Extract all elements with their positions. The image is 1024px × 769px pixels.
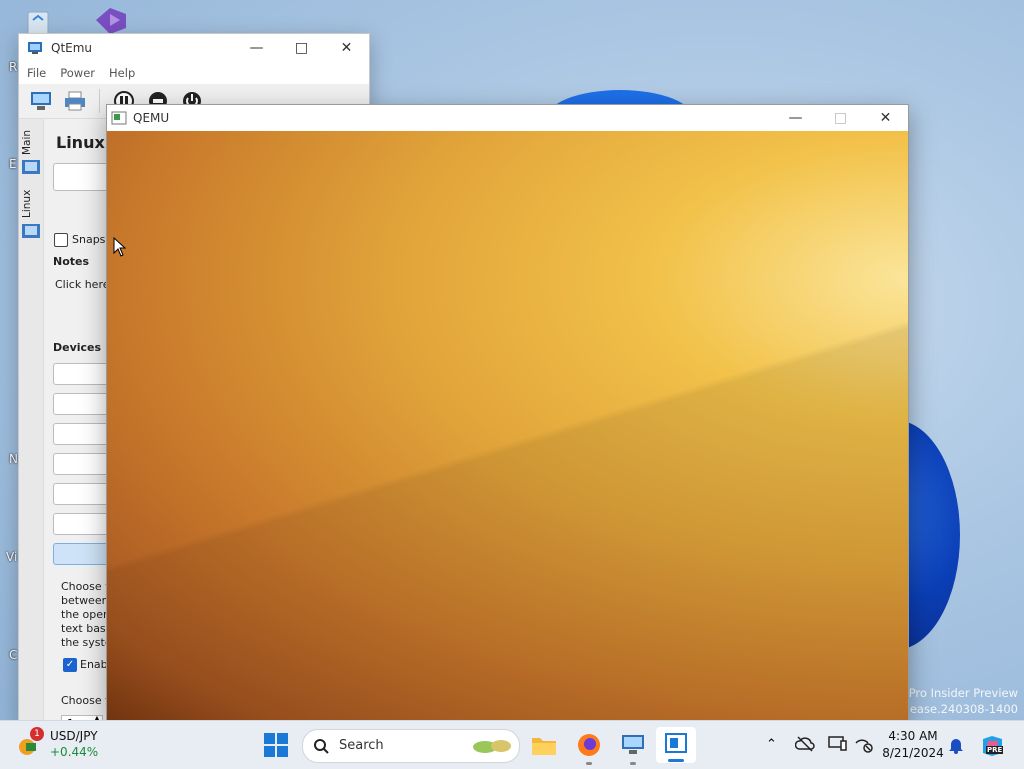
taskbar-search[interactable]: Search (302, 729, 520, 763)
minimize-button[interactable]: — (773, 105, 818, 131)
notes-label: Notes (53, 255, 90, 268)
qemu-titlebar[interactable]: QEMU — □ ✕ (107, 105, 908, 131)
menu-file[interactable]: File (27, 66, 46, 80)
stock-symbol: USD/JPY (50, 729, 98, 743)
taskbar: 1 USD/JPY +0.44% Search ⌃ 4:30 AM 8/21/2… (0, 720, 1024, 769)
running-indicator (630, 762, 636, 765)
tab-linux[interactable]: Linux (21, 189, 41, 219)
cloud-offline-icon[interactable] (795, 735, 815, 753)
minimize-icon: — (249, 40, 264, 56)
widget-badge: 1 (30, 727, 44, 741)
windows-logo-icon (264, 733, 288, 757)
start-button[interactable] (264, 733, 288, 760)
clock-date[interactable]: 8/21/2024 (880, 746, 946, 760)
folder-icon (532, 738, 556, 755)
machine-icon (22, 224, 40, 238)
search-icon (314, 739, 329, 754)
qtemu-title: QtEmu (51, 41, 93, 55)
close-icon: ✕ (879, 110, 892, 126)
qtemu-app-icon (28, 42, 42, 54)
active-indicator (668, 759, 684, 762)
close-icon: ✕ (340, 40, 353, 56)
printer-icon (65, 91, 85, 111)
desktop-label-1: R (9, 60, 18, 74)
computer-icon (622, 735, 644, 754)
desktop-label-2: E (9, 157, 17, 171)
qtemu-titlebar[interactable]: QtEmu — □ ✕ (19, 34, 369, 62)
qtemu-taskbar-button[interactable] (620, 733, 646, 760)
close-button[interactable]: ✕ (863, 105, 908, 131)
print-button[interactable] (61, 88, 89, 114)
search-highlight-icon (473, 740, 511, 753)
computer-icon (31, 92, 51, 110)
maximize-icon: □ (294, 40, 309, 56)
notification-bell-icon[interactable] (948, 736, 964, 754)
firefox-icon (578, 734, 600, 756)
network-disconnected-icon[interactable] (854, 735, 874, 753)
desktop-label-3: N (9, 452, 18, 466)
stock-change: +0.44% (50, 745, 99, 759)
minimize-button[interactable]: — (234, 34, 279, 62)
maximize-button[interactable]: □ (279, 34, 324, 62)
vm-display[interactable] (107, 131, 908, 721)
qemu-taskbar-button[interactable] (656, 727, 696, 763)
visual-studio-icon[interactable] (92, 4, 126, 36)
menu-help[interactable]: Help (109, 66, 135, 80)
new-machine-button[interactable] (27, 88, 55, 114)
tray-overflow-chevron-icon[interactable]: ⌃ (766, 737, 777, 752)
qtemu-menubar: File Power Help (19, 62, 369, 84)
clock-time[interactable]: 4:30 AM (880, 729, 946, 743)
qemu-app-icon (111, 111, 127, 125)
watermark-line-1: ! Pro Insider Preview (900, 686, 1018, 700)
qtemu-side-tabs: Main Linux (19, 119, 44, 724)
search-placeholder: Search (339, 738, 384, 753)
qemu-window: QEMU — □ ✕ (106, 104, 909, 722)
enable-checkbox[interactable]: ✓ (63, 658, 77, 672)
machine-name-heading: Linux (56, 133, 105, 152)
mouse-cursor-icon (113, 237, 127, 257)
desktop-label-4: Vi (6, 550, 18, 564)
copilot-button[interactable]: PRE (980, 733, 1006, 759)
running-indicator (586, 762, 592, 765)
file-explorer-button[interactable] (531, 733, 557, 760)
maximize-button[interactable]: □ (818, 105, 863, 131)
tab-main[interactable]: Main (21, 127, 41, 157)
qemu-window-icon (665, 733, 687, 753)
snapshot-checkbox[interactable] (54, 233, 68, 247)
close-button[interactable]: ✕ (324, 34, 369, 62)
firefox-button[interactable] (576, 732, 602, 761)
maximize-icon: □ (833, 110, 848, 126)
description-line: text base (61, 622, 113, 635)
devices-label: Devices (53, 341, 102, 354)
display-icon[interactable] (828, 735, 848, 753)
machine-icon (22, 160, 40, 174)
qemu-title: QEMU (133, 111, 170, 125)
menu-power[interactable]: Power (60, 66, 95, 80)
toolbar-separator (99, 89, 100, 113)
minimize-icon: — (788, 110, 803, 126)
desktop-label-5: C (9, 648, 18, 662)
widgets-button[interactable]: 1 (18, 727, 44, 757)
copilot-pre-badge: PRE (986, 746, 1004, 754)
